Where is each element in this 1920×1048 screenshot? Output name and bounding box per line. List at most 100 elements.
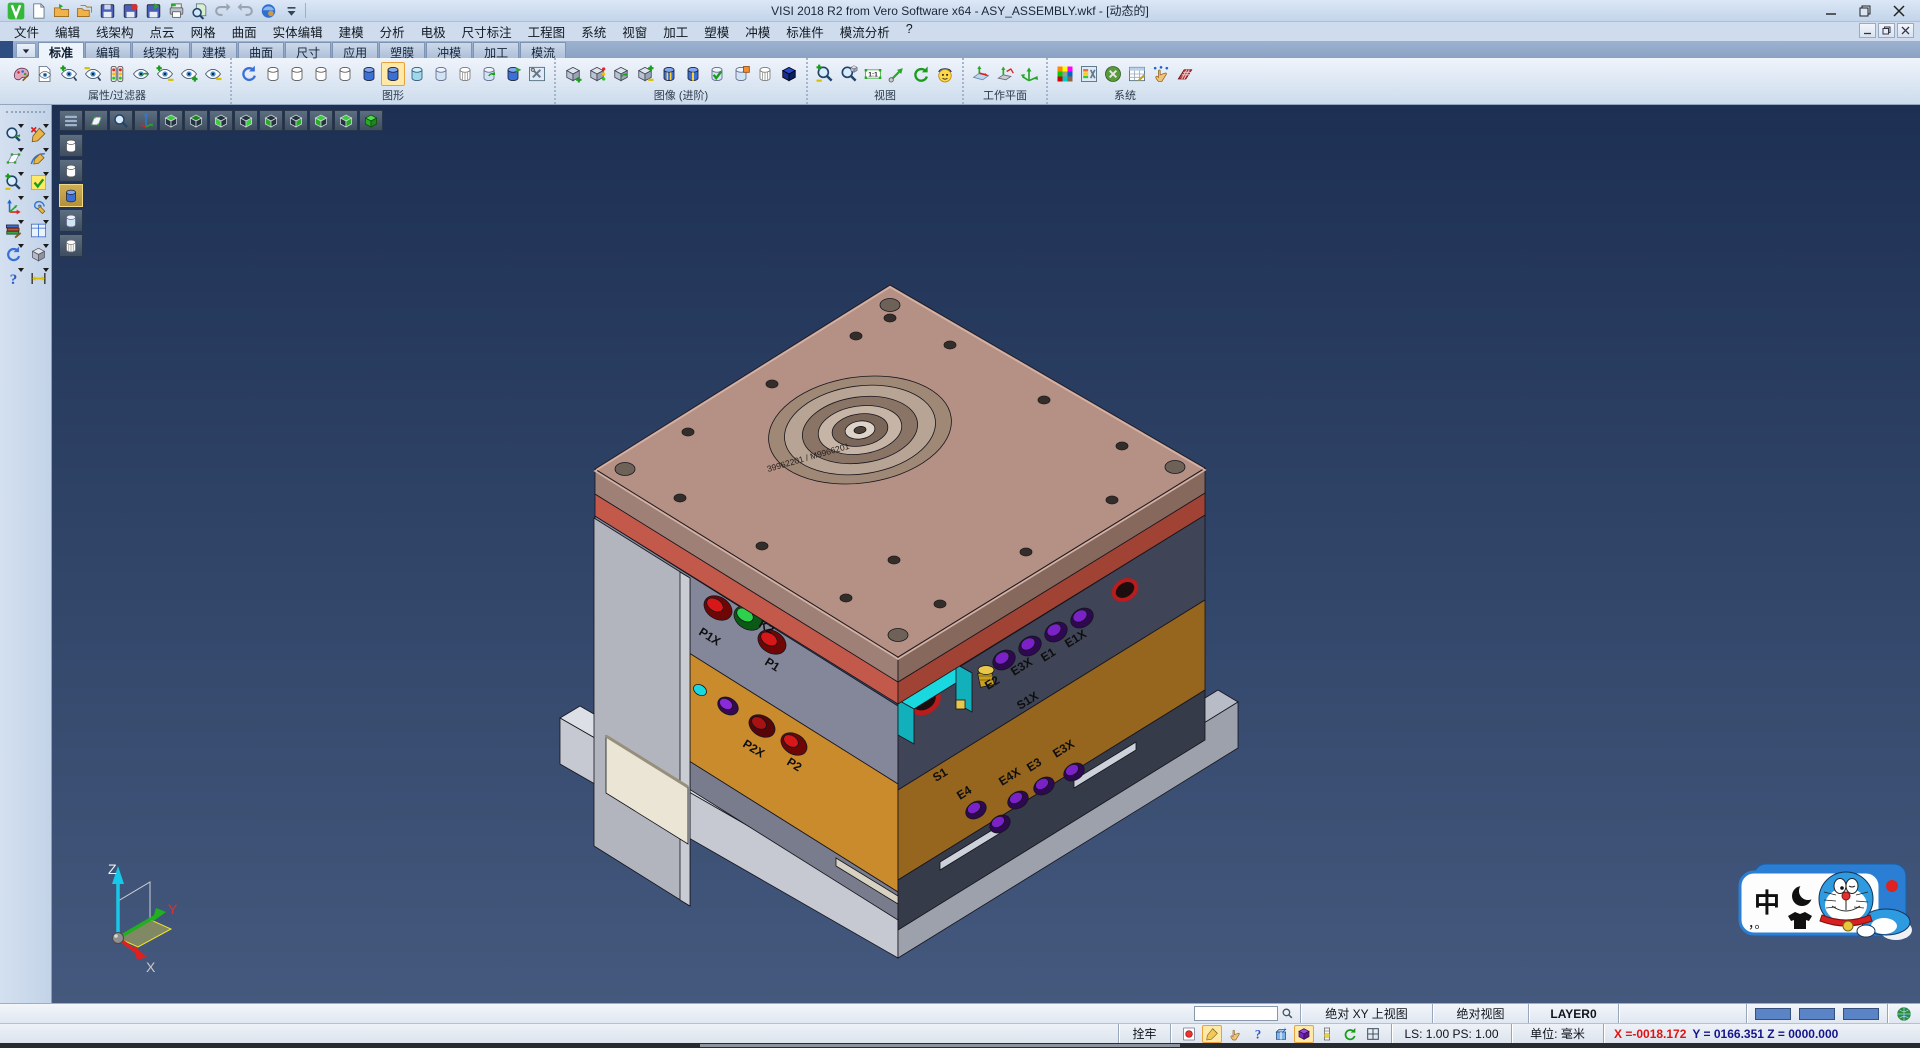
status-record-icon[interactable] [1179, 1025, 1199, 1043]
menu-item-17[interactable]: 标准件 [778, 21, 832, 42]
system-pick-icon[interactable] [1149, 62, 1173, 86]
window-layout-icon[interactable] [26, 219, 50, 242]
render-shaded-icon[interactable] [357, 62, 381, 86]
attributes-edit-icon[interactable] [9, 62, 33, 86]
menu-item-1[interactable]: 编辑 [47, 21, 88, 42]
tab-7[interactable]: 塑膜 [379, 42, 425, 58]
visibility-remove-icon[interactable] [81, 62, 105, 86]
absolute-view-field[interactable]: 绝对视图 [1432, 1004, 1528, 1023]
edit-spiral-icon[interactable] [26, 195, 50, 218]
view-zoom-icon[interactable] [109, 110, 133, 131]
mdi-minimize-button[interactable] [1859, 23, 1876, 38]
adv-cylinder-striped-icon[interactable] [681, 62, 705, 86]
view-axis-icon[interactable] [134, 110, 158, 131]
layer-color-swatch-0[interactable] [1755, 1008, 1791, 1020]
menu-item-9[interactable]: 电极 [413, 21, 454, 42]
redraw-icon[interactable] [1, 123, 25, 146]
visibility-plus-minus-icon[interactable] [153, 62, 177, 86]
menu-item-11[interactable]: 工程图 [520, 21, 574, 42]
adv-add-icon[interactable] [561, 62, 585, 86]
maximize-button[interactable] [1848, 1, 1882, 21]
render-copy-icon[interactable] [501, 62, 525, 86]
render-update-icon[interactable] [477, 62, 501, 86]
status-auto-rotate-icon[interactable] [1340, 1025, 1360, 1043]
menu-item-18[interactable]: 模流分析 [832, 21, 898, 42]
ime-mode-indicator[interactable]: 中 [1754, 888, 1780, 918]
system-settings-icon[interactable] [1077, 62, 1101, 86]
render-shaded-edges-icon[interactable] [381, 62, 405, 86]
adv-cube-icon[interactable] [777, 62, 801, 86]
open-copy-icon[interactable] [74, 1, 95, 20]
units-field[interactable]: 单位: 毫米 [1511, 1024, 1603, 1043]
menu-item-0[interactable]: 文件 [6, 21, 47, 42]
print-icon[interactable] [166, 1, 187, 20]
status-context-help-icon[interactable]: ? [1248, 1025, 1268, 1043]
ime-widget[interactable]: 中 ，。 [1740, 864, 1912, 940]
lock-field[interactable]: 拴牢 [1118, 1024, 1170, 1043]
status-freeze-icon[interactable] [1271, 1025, 1291, 1043]
delete-entity-icon[interactable] [26, 123, 50, 146]
status-grid-icon[interactable] [1363, 1025, 1383, 1043]
undo-icon[interactable] [212, 1, 233, 20]
status-drag-icon[interactable] [1225, 1025, 1245, 1043]
status-solid-mode-icon[interactable] [1294, 1025, 1314, 1043]
render-hatched-icon[interactable] [453, 62, 477, 86]
zoom-in-out-icon[interactable] [813, 62, 837, 86]
save-icon[interactable] [97, 1, 118, 20]
display-transparent-icon[interactable] [59, 209, 83, 232]
adv-cylinder-wire-icon[interactable] [753, 62, 777, 86]
print-preview-icon[interactable] [189, 1, 210, 20]
view-back-icon[interactable] [284, 110, 308, 131]
adv-cylinder-banded-icon[interactable] [657, 62, 681, 86]
tab-6[interactable]: 应用 [332, 42, 378, 58]
render-outline-icon[interactable] [333, 62, 357, 86]
ime-punctuation[interactable]: ，。 [1748, 916, 1768, 931]
zoom-window-icon[interactable] [837, 62, 861, 86]
view-right-icon[interactable] [234, 110, 258, 131]
tab-1[interactable]: 编辑 [85, 42, 131, 58]
render-transparent-icon[interactable] [405, 62, 429, 86]
system-table-icon[interactable] [1125, 62, 1149, 86]
create-plane-icon[interactable] [1, 147, 25, 170]
adv-refresh-icon[interactable] [609, 62, 633, 86]
view-top-icon[interactable] [159, 110, 183, 131]
adv-cylinder-tag-icon[interactable] [729, 62, 753, 86]
layer-color-swatch-2[interactable] [1843, 1008, 1879, 1020]
adv-cylinder-check-icon[interactable] [705, 62, 729, 86]
menu-item-5[interactable]: 曲面 [224, 21, 265, 42]
tab-9[interactable]: 加工 [473, 42, 519, 58]
workplane-create-icon[interactable] [969, 62, 993, 86]
save-as-icon[interactable] [120, 1, 141, 20]
render-wireframe-icon[interactable] [309, 62, 333, 86]
menu-item-8[interactable]: 分析 [372, 21, 413, 42]
render-ghost-icon[interactable] [261, 62, 285, 86]
close-button[interactable] [1882, 1, 1916, 21]
language-globe-icon[interactable] [1894, 1005, 1914, 1023]
visibility-add-icon[interactable] [57, 62, 81, 86]
open-file-icon[interactable] [51, 1, 72, 20]
solid-preview-icon[interactable] [26, 243, 50, 266]
system-options-icon[interactable] [1101, 62, 1125, 86]
tab-3[interactable]: 建模 [191, 42, 237, 58]
menu-item-4[interactable]: 网格 [183, 21, 224, 42]
menu-item-16[interactable]: 冲模 [737, 21, 778, 42]
redo-icon[interactable] [235, 1, 256, 20]
search-input[interactable] [1194, 1006, 1278, 1021]
move-axis-icon[interactable] [1, 195, 25, 218]
view-rotate-icon[interactable] [909, 62, 933, 86]
view-bottom-icon[interactable] [184, 110, 208, 131]
display-wireframe-icon[interactable] [59, 134, 83, 157]
layer-color-swatch-1[interactable] [1799, 1008, 1835, 1020]
zoom-dynamic-icon[interactable] [1, 171, 25, 194]
measure-distance-icon[interactable] [26, 267, 50, 290]
graphics-refresh-icon[interactable] [237, 62, 261, 86]
menu-item-14[interactable]: 加工 [655, 21, 696, 42]
scale-field[interactable]: LS: 1.00 PS: 1.00 [1391, 1024, 1511, 1043]
mdi-restore-button[interactable] [1878, 23, 1895, 38]
render-flat-icon[interactable] [429, 62, 453, 86]
adv-traffic-light-icon[interactable] [585, 62, 609, 86]
confirm-selection-icon[interactable] [26, 171, 50, 194]
menu-item-19[interactable]: ? [898, 21, 921, 42]
view-left-icon[interactable] [209, 110, 233, 131]
menu-item-2[interactable]: 线架构 [88, 21, 142, 42]
